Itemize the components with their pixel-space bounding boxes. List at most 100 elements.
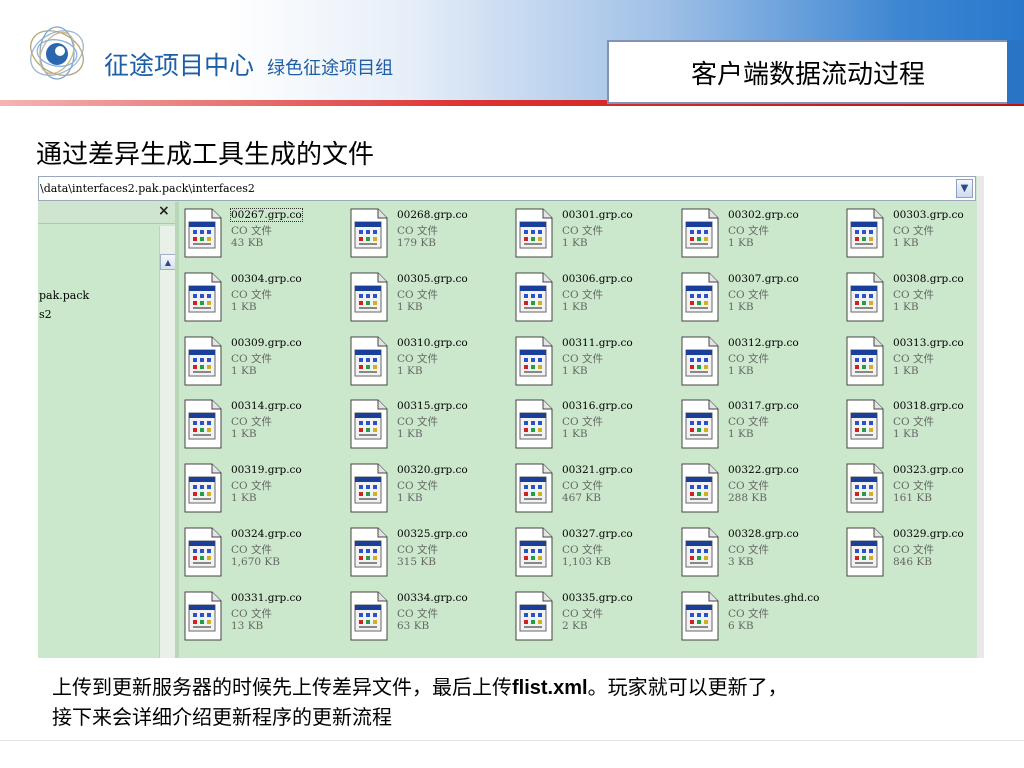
file-item[interactable]: 00311.grp.co CO 文件 1 KB <box>510 332 675 392</box>
file-item[interactable]: 00308.grp.co CO 文件 1 KB <box>841 268 984 328</box>
co-file-icon[interactable] <box>846 336 884 386</box>
co-file-icon[interactable] <box>184 399 222 449</box>
file-name[interactable]: attributes.ghd.co <box>728 592 819 604</box>
tree-scrollbar[interactable]: ▲ <box>159 226 176 658</box>
file-item[interactable]: 00328.grp.co CO 文件 3 KB <box>676 523 841 583</box>
file-item[interactable]: 00318.grp.co CO 文件 1 KB <box>841 395 984 455</box>
co-file-icon[interactable] <box>681 208 719 258</box>
close-icon[interactable]: × <box>158 203 170 219</box>
file-item[interactable]: 00317.grp.co CO 文件 1 KB <box>676 395 841 455</box>
address-bar[interactable]: \data\interfaces2.pak.pack\interfaces2 ▼ <box>38 176 976 201</box>
file-item[interactable]: 00306.grp.co CO 文件 1 KB <box>510 268 675 328</box>
file-name[interactable]: 00304.grp.co <box>231 273 302 285</box>
scroll-up-icon[interactable]: ▲ <box>160 254 176 270</box>
file-name[interactable]: 00324.grp.co <box>231 528 302 540</box>
co-file-icon[interactable] <box>515 463 553 513</box>
co-file-icon[interactable] <box>350 527 388 577</box>
file-item[interactable]: 00309.grp.co CO 文件 1 KB <box>179 332 344 392</box>
file-name[interactable]: 00306.grp.co <box>562 273 633 285</box>
co-file-icon[interactable] <box>184 272 222 322</box>
file-name[interactable]: 00335.grp.co <box>562 592 633 604</box>
co-file-icon[interactable] <box>515 208 553 258</box>
file-name[interactable]: 00334.grp.co <box>397 592 468 604</box>
file-item[interactable]: 00325.grp.co CO 文件 315 KB <box>345 523 510 583</box>
file-name[interactable]: 00329.grp.co <box>893 528 964 540</box>
file-item[interactable]: 00315.grp.co CO 文件 1 KB <box>345 395 510 455</box>
co-file-icon[interactable] <box>515 527 553 577</box>
file-name[interactable]: 00303.grp.co <box>893 209 964 221</box>
file-name[interactable]: 00309.grp.co <box>231 337 302 349</box>
co-file-icon[interactable] <box>184 336 222 386</box>
co-file-icon[interactable] <box>846 399 884 449</box>
co-file-icon[interactable] <box>184 527 222 577</box>
file-name[interactable]: 00268.grp.co <box>397 209 468 221</box>
file-item[interactable]: 00331.grp.co CO 文件 13 KB <box>179 587 344 647</box>
tree-item[interactable]: s2 <box>39 308 52 321</box>
file-item[interactable]: 00305.grp.co CO 文件 1 KB <box>345 268 510 328</box>
file-name[interactable]: 00331.grp.co <box>231 592 302 604</box>
co-file-icon[interactable] <box>350 591 388 641</box>
file-item[interactable]: 00303.grp.co CO 文件 1 KB <box>841 204 984 264</box>
file-item[interactable]: 00335.grp.co CO 文件 2 KB <box>510 587 675 647</box>
co-file-icon[interactable] <box>846 463 884 513</box>
file-item[interactable]: 00329.grp.co CO 文件 846 KB <box>841 523 984 583</box>
file-name[interactable]: 00317.grp.co <box>728 400 799 412</box>
file-name[interactable]: 00328.grp.co <box>728 528 799 540</box>
file-name[interactable]: 00318.grp.co <box>893 400 964 412</box>
co-file-icon[interactable] <box>846 208 884 258</box>
co-file-icon[interactable] <box>184 208 222 258</box>
file-item[interactable]: 00313.grp.co CO 文件 1 KB <box>841 332 984 392</box>
co-file-icon[interactable] <box>681 463 719 513</box>
file-item[interactable]: 00304.grp.co CO 文件 1 KB <box>179 268 344 328</box>
file-item[interactable]: 00314.grp.co CO 文件 1 KB <box>179 395 344 455</box>
file-item[interactable]: 00312.grp.co CO 文件 1 KB <box>676 332 841 392</box>
file-item[interactable]: 00268.grp.co CO 文件 179 KB <box>345 204 510 264</box>
file-name[interactable]: 00327.grp.co <box>562 528 633 540</box>
file-name[interactable]: 00307.grp.co <box>728 273 799 285</box>
file-item[interactable]: 00321.grp.co CO 文件 467 KB <box>510 459 675 519</box>
co-file-icon[interactable] <box>515 399 553 449</box>
co-file-icon[interactable] <box>350 272 388 322</box>
chevron-down-icon[interactable]: ▼ <box>956 179 973 198</box>
co-file-icon[interactable] <box>350 208 388 258</box>
address-path[interactable]: \data\interfaces2.pak.pack\interfaces2 <box>40 182 255 195</box>
file-name[interactable]: 00308.grp.co <box>893 273 964 285</box>
file-name[interactable]: 00267.grp.co <box>230 208 303 222</box>
co-file-icon[interactable] <box>515 591 553 641</box>
co-file-icon[interactable] <box>350 399 388 449</box>
file-name[interactable]: 00322.grp.co <box>728 464 799 476</box>
co-file-icon[interactable] <box>350 463 388 513</box>
co-file-icon[interactable] <box>681 527 719 577</box>
file-item[interactable]: 00322.grp.co CO 文件 288 KB <box>676 459 841 519</box>
file-item[interactable]: 00324.grp.co CO 文件 1,670 KB <box>179 523 344 583</box>
co-file-icon[interactable] <box>681 272 719 322</box>
file-name[interactable]: 00320.grp.co <box>397 464 468 476</box>
file-item[interactable]: 00319.grp.co CO 文件 1 KB <box>179 459 344 519</box>
file-name[interactable]: 00312.grp.co <box>728 337 799 349</box>
file-item[interactable]: attributes.ghd.co CO 文件 6 KB <box>676 587 841 647</box>
file-name[interactable]: 00310.grp.co <box>397 337 468 349</box>
file-name[interactable]: 00325.grp.co <box>397 528 468 540</box>
file-name[interactable]: 00314.grp.co <box>231 400 302 412</box>
file-item[interactable]: 00310.grp.co CO 文件 1 KB <box>345 332 510 392</box>
file-name[interactable]: 00315.grp.co <box>397 400 468 412</box>
file-item[interactable]: 00323.grp.co CO 文件 161 KB <box>841 459 984 519</box>
file-item[interactable]: 00301.grp.co CO 文件 1 KB <box>510 204 675 264</box>
file-name[interactable]: 00323.grp.co <box>893 464 964 476</box>
file-item[interactable]: 00320.grp.co CO 文件 1 KB <box>345 459 510 519</box>
file-name[interactable]: 00313.grp.co <box>893 337 964 349</box>
co-file-icon[interactable] <box>846 527 884 577</box>
file-item[interactable]: 00334.grp.co CO 文件 63 KB <box>345 587 510 647</box>
file-item[interactable]: 00267.grp.co CO 文件 43 KB <box>179 204 344 264</box>
file-item[interactable]: 00307.grp.co CO 文件 1 KB <box>676 268 841 328</box>
file-name[interactable]: 00301.grp.co <box>562 209 633 221</box>
co-file-icon[interactable] <box>681 399 719 449</box>
co-file-icon[interactable] <box>681 591 719 641</box>
co-file-icon[interactable] <box>184 591 222 641</box>
co-file-icon[interactable] <box>515 272 553 322</box>
file-name[interactable]: 00302.grp.co <box>728 209 799 221</box>
file-name[interactable]: 00321.grp.co <box>562 464 633 476</box>
file-item[interactable]: 00316.grp.co CO 文件 1 KB <box>510 395 675 455</box>
co-file-icon[interactable] <box>515 336 553 386</box>
file-name[interactable]: 00319.grp.co <box>231 464 302 476</box>
